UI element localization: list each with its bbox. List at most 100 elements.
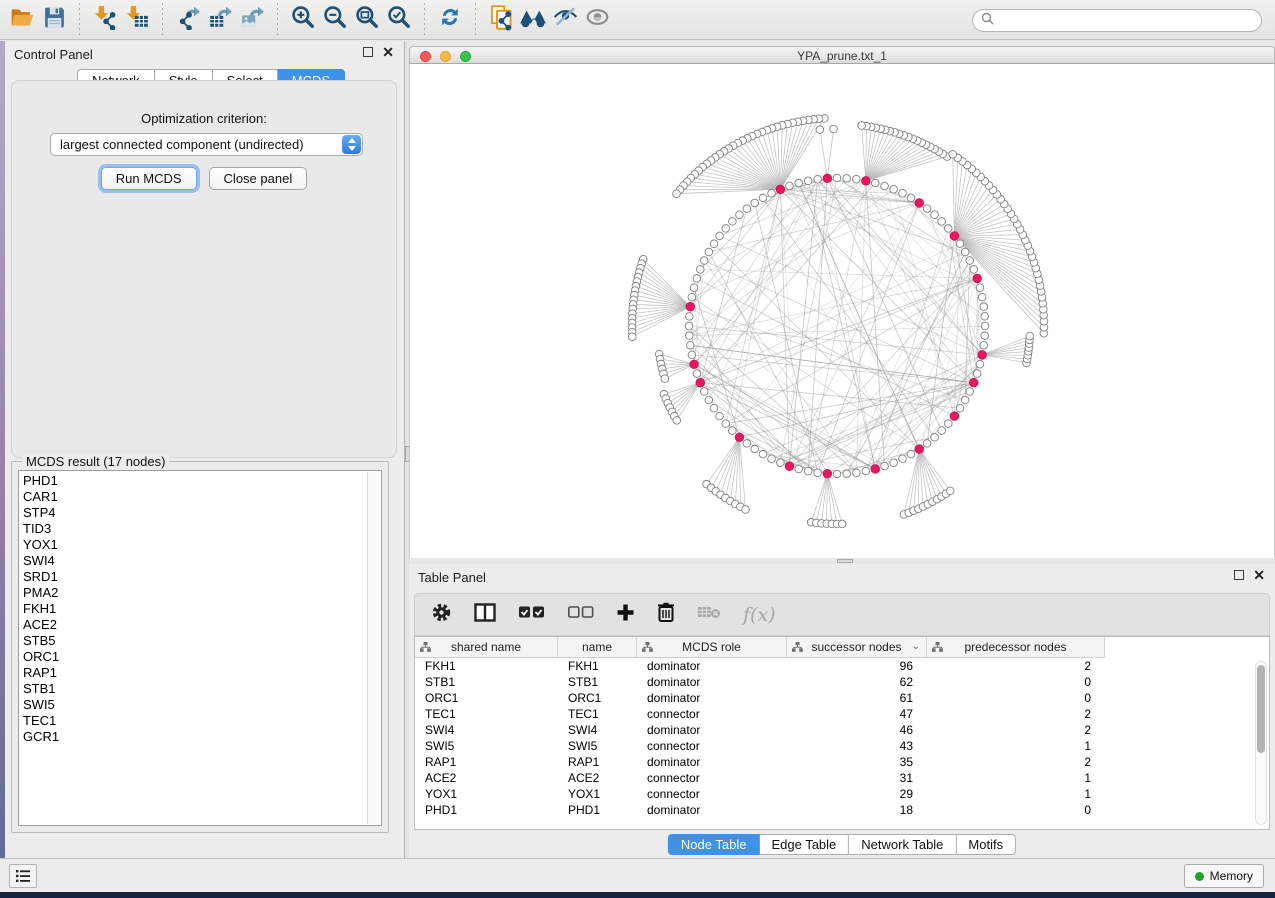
select-stepper-icon <box>342 135 361 154</box>
tab-edge-table[interactable]: Edge Table <box>759 834 849 855</box>
show-all-button[interactable] <box>581 4 613 36</box>
ring-node <box>956 404 964 412</box>
result-node-item[interactable]: TEC1 <box>23 713 365 729</box>
export-table-button[interactable] <box>204 4 236 36</box>
mcds-result-listbox[interactable]: PHD1CAR1STP4TID3YOX1SWI4SRD1PMA2FKH1ACE2… <box>18 470 382 826</box>
column-header-MCDS-role[interactable]: MCDS role <box>637 637 787 658</box>
result-node-item[interactable]: ACE2 <box>23 617 365 633</box>
splitter-grip[interactable] <box>837 559 853 563</box>
tab-node-table[interactable]: Node Table <box>668 834 760 855</box>
zoom-out-button[interactable] <box>319 4 351 36</box>
result-node-item[interactable]: PHD1 <box>23 473 365 489</box>
cell-predecessor-nodes: 1 <box>927 770 1105 786</box>
export-network-button[interactable] <box>172 4 204 36</box>
tab-motifs[interactable]: Motifs <box>956 834 1016 855</box>
hide-selection-button[interactable] <box>549 4 581 36</box>
result-node-item[interactable]: YOX1 <box>23 537 365 553</box>
refresh-view-icon <box>437 4 463 35</box>
result-node-item[interactable]: STP4 <box>23 505 365 521</box>
table-row[interactable]: ORC1ORC1dominator610 <box>415 690 1269 706</box>
table-row[interactable]: YOX1YOX1connector291 <box>415 786 1269 802</box>
result-node-item[interactable]: SWI5 <box>23 697 365 713</box>
new-network-from-selection-button[interactable] <box>485 4 517 36</box>
ring-node <box>716 412 724 420</box>
table-row[interactable]: SWI5SWI5connector431 <box>415 738 1269 754</box>
result-node-item[interactable]: GCR1 <box>23 729 365 745</box>
settings-gear-button[interactable] <box>431 602 452 628</box>
column-header-successor-nodes[interactable]: successor nodes⌄ <box>787 637 927 658</box>
result-node-item[interactable]: PMA2 <box>23 585 365 601</box>
ring-node <box>976 284 984 292</box>
column-header-name[interactable]: name <box>558 637 637 658</box>
table-scrollbar[interactable] <box>1255 661 1267 825</box>
column-label: name <box>582 640 612 654</box>
zoom-selected-button[interactable] <box>383 4 415 36</box>
export-image-button[interactable] <box>236 4 268 36</box>
open-file-button[interactable] <box>6 4 38 36</box>
tab-network-table[interactable]: Network Table <box>849 834 956 855</box>
table-row[interactable]: ACE2ACE2connector311 <box>415 770 1269 786</box>
zoom-in-button[interactable] <box>287 4 319 36</box>
network-graph[interactable] <box>410 64 1274 556</box>
add-row-button[interactable] <box>616 603 635 627</box>
select-all-button[interactable] <box>518 604 545 625</box>
float-panel-icon[interactable] <box>1234 570 1244 580</box>
table-row[interactable]: RAP1RAP1dominator352 <box>415 754 1269 770</box>
import-table-button[interactable] <box>121 4 153 36</box>
refresh-view-button[interactable] <box>434 4 466 36</box>
scrollbar-thumb[interactable] <box>1257 665 1265 753</box>
cell-MCDS-role: connector <box>637 770 787 786</box>
result-node-item[interactable]: STB5 <box>23 633 365 649</box>
show-column-button[interactable] <box>474 603 496 627</box>
float-panel-icon[interactable] <box>363 47 373 57</box>
satellite-node <box>949 151 957 159</box>
result-node-item[interactable]: STB1 <box>23 681 365 697</box>
clear-selection-button[interactable] <box>567 604 594 625</box>
result-node-item[interactable]: SRD1 <box>23 569 365 585</box>
ring-node <box>980 303 988 311</box>
cell-MCDS-role: connector <box>637 786 787 802</box>
table-row[interactable]: TEC1TEC1connector472 <box>415 706 1269 722</box>
save-session-button[interactable] <box>38 4 70 36</box>
result-scrollbar[interactable] <box>367 472 380 824</box>
table-row[interactable]: SWI4SWI4dominator462 <box>415 722 1269 738</box>
table-row[interactable]: STB1STB1dominator620 <box>415 674 1269 690</box>
table-row[interactable]: PHD1PHD1dominator180 <box>415 802 1269 818</box>
close-panel-icon[interactable]: ✕ <box>1253 570 1265 580</box>
search-input[interactable] <box>999 14 1253 28</box>
satellite-node <box>830 125 838 133</box>
main-toolbar <box>0 0 1275 40</box>
search-box[interactable] <box>972 9 1262 32</box>
task-history-button[interactable] <box>9 864 37 888</box>
result-node-item[interactable]: ORC1 <box>23 649 365 665</box>
cell-shared-name: YOX1 <box>415 786 558 802</box>
result-node-item[interactable]: FKH1 <box>23 601 365 617</box>
ring-node <box>696 266 704 274</box>
run-mcds-button[interactable]: Run MCDS <box>101 167 197 190</box>
import-network-button[interactable] <box>89 4 121 36</box>
result-node-item[interactable]: SWI4 <box>23 553 365 569</box>
node-table[interactable]: shared name name MCDS rolesuccessor nodes⌄… <box>414 636 1270 830</box>
cell-predecessor-nodes: 0 <box>927 802 1105 818</box>
memory-button[interactable]: Memory <box>1184 864 1264 888</box>
first-neighbors-button[interactable] <box>517 4 549 36</box>
column-header-predecessor-nodes[interactable]: predecessor nodes <box>927 637 1105 658</box>
cell-MCDS-role: connector <box>637 706 787 722</box>
ring-node <box>768 189 776 197</box>
result-node-item[interactable]: TID3 <box>23 521 365 537</box>
ring-node <box>862 467 870 475</box>
satellite-node <box>838 520 846 528</box>
result-node-item[interactable]: RAP1 <box>23 665 365 681</box>
satellite-node <box>816 126 824 134</box>
close-panel-button[interactable]: Close panel <box>209 167 308 190</box>
ring-node <box>722 225 730 233</box>
column-header-shared-name[interactable]: shared name <box>415 637 558 658</box>
close-panel-icon[interactable]: ✕ <box>382 47 394 57</box>
result-node-item[interactable]: CAR1 <box>23 489 365 505</box>
cell-name: TEC1 <box>558 706 637 722</box>
table-row[interactable]: FKH1FKH1dominator962 <box>415 658 1269 674</box>
criterion-select[interactable]: largest connected component (undirected) <box>50 133 363 156</box>
zoom-fit-button[interactable] <box>351 4 383 36</box>
network-canvas[interactable] <box>409 64 1275 558</box>
delete-row-button[interactable] <box>657 602 675 628</box>
